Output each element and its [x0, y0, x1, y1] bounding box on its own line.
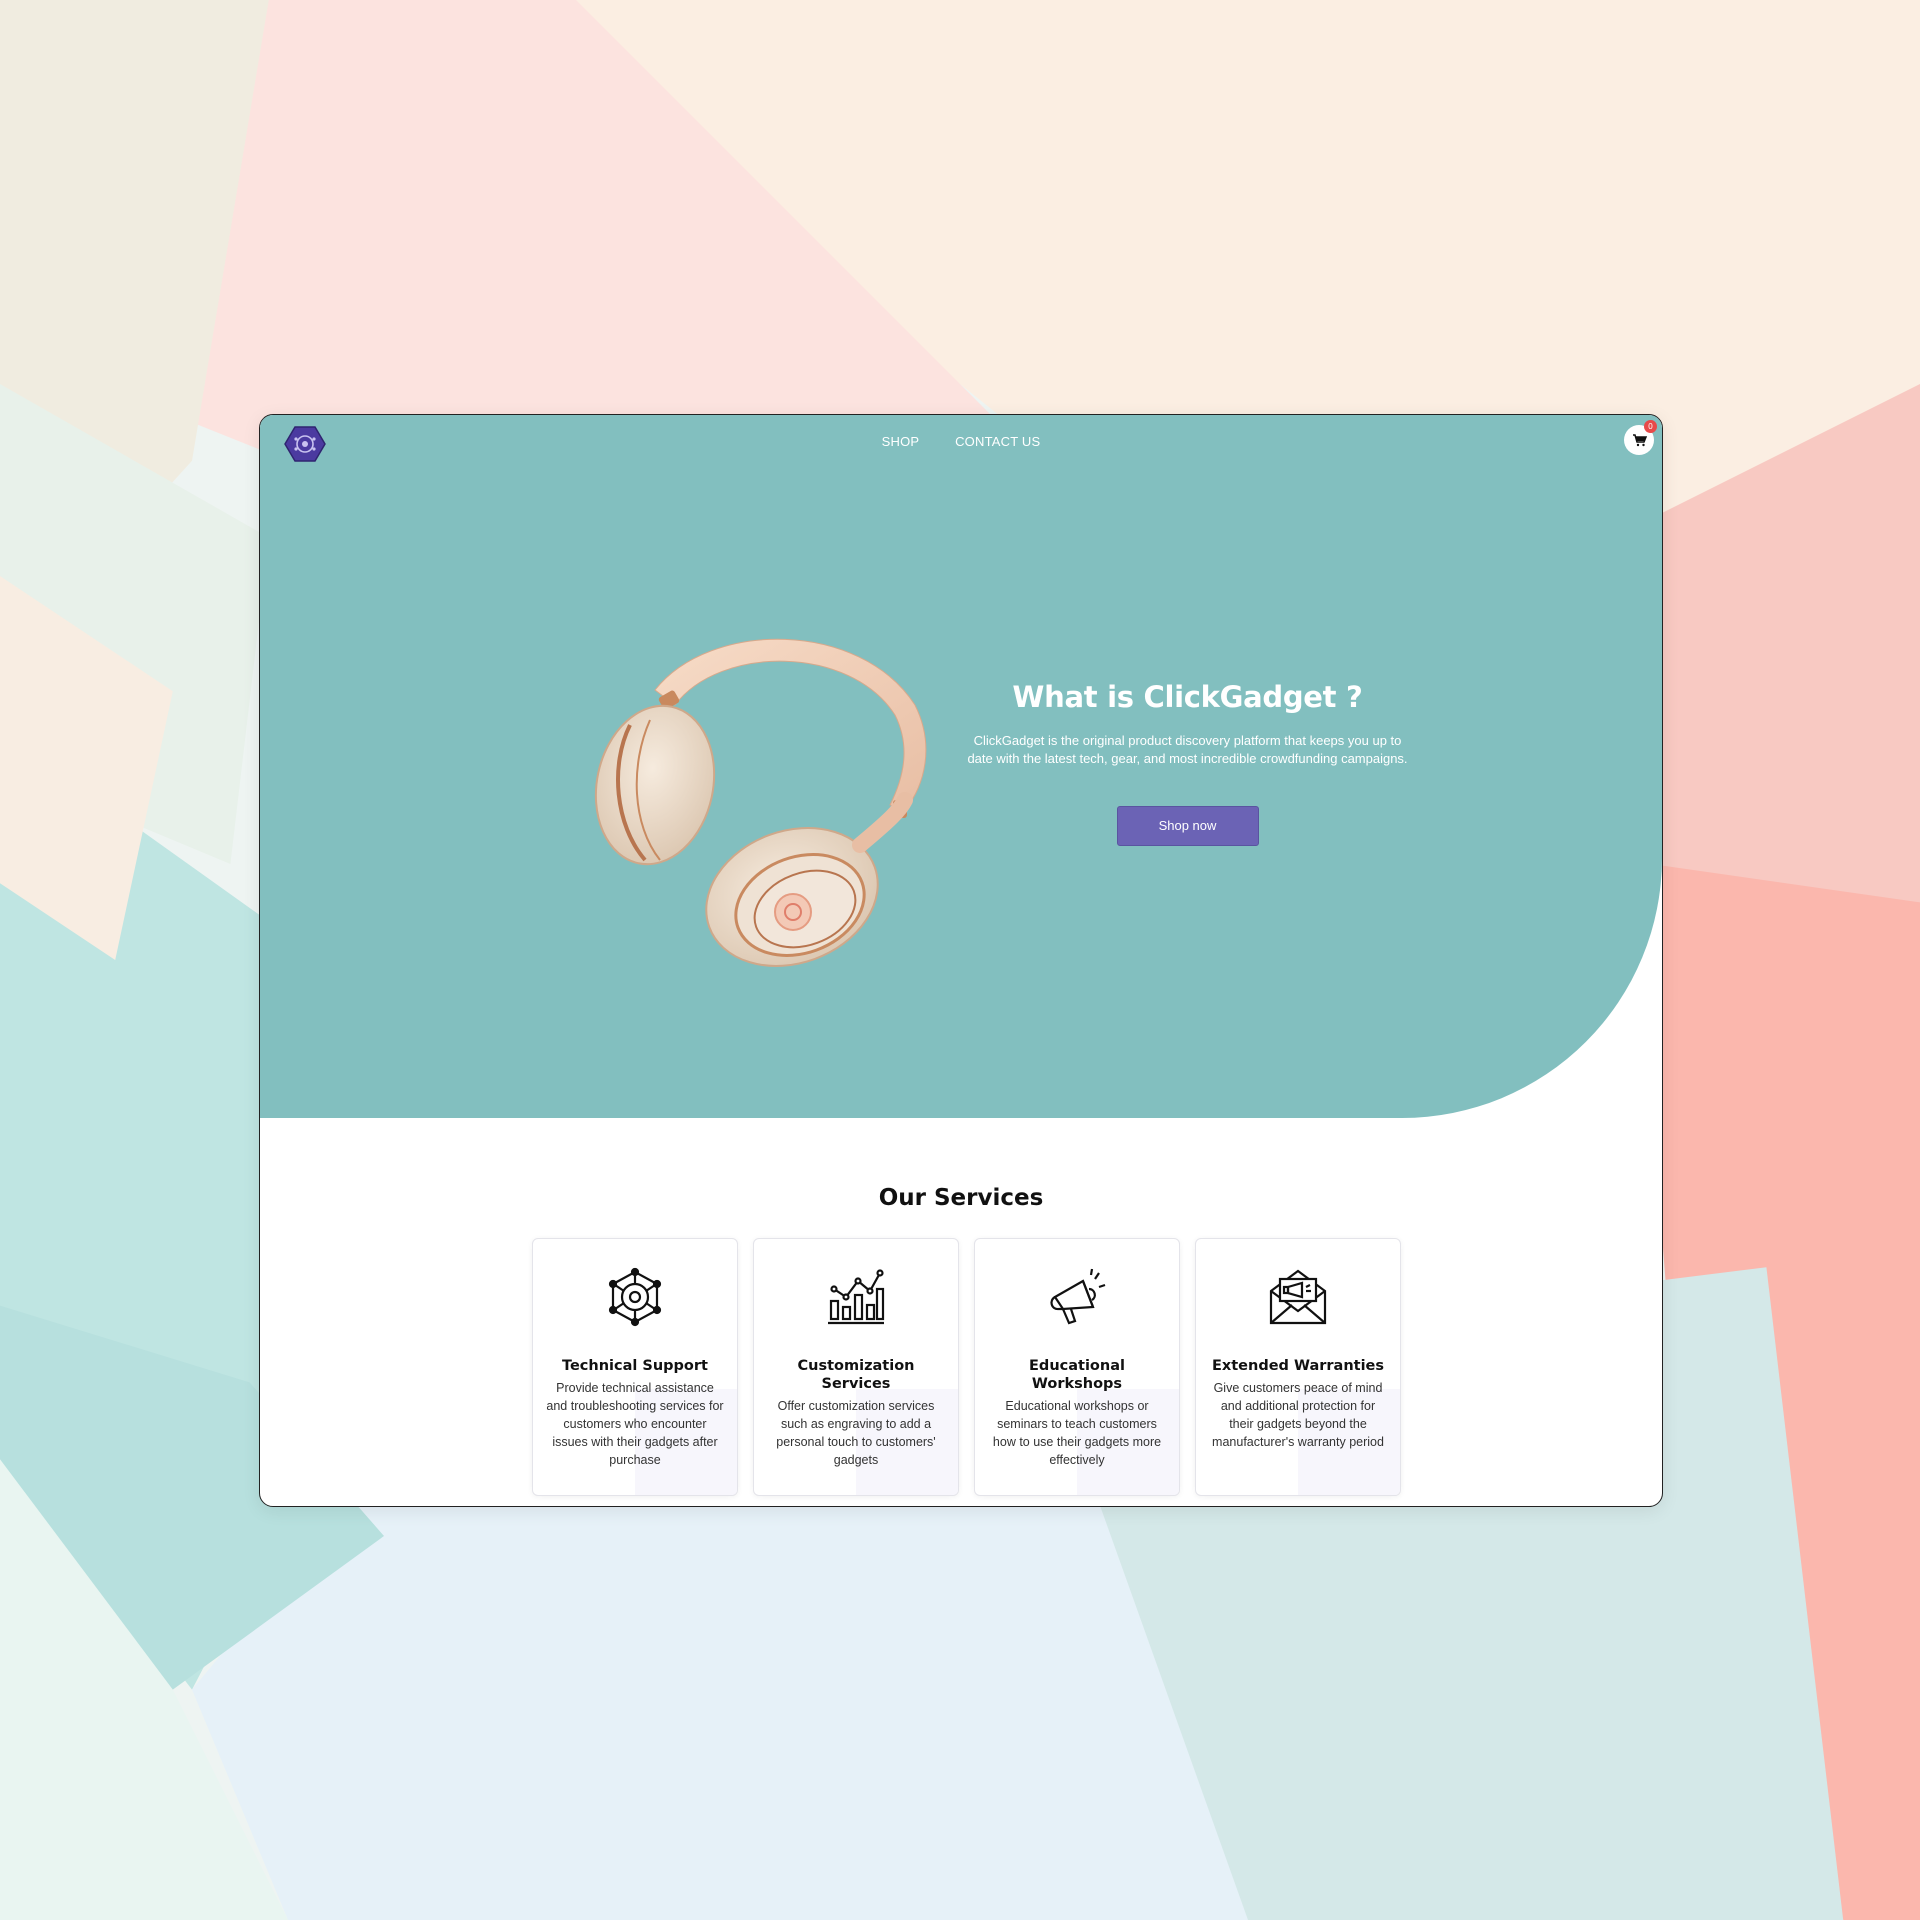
- bar-chart-icon: [828, 1269, 885, 1325]
- service-card-technical-support[interactable]: Technical Support Provide technical assi…: [532, 1238, 738, 1496]
- service-description: Provide technical assistance and trouble…: [546, 1381, 724, 1467]
- nav-link-contact-us[interactable]: CONTACT US: [955, 434, 1040, 449]
- service-title: Educational Workshops: [1029, 1358, 1125, 1392]
- cart-button[interactable]: 0: [1624, 420, 1657, 455]
- service-title: Extended Warranties: [1211, 1358, 1385, 1374]
- service-card-customization[interactable]: Customization Services Offer customizati…: [753, 1238, 959, 1496]
- cart-count-badge: 0: [1644, 420, 1657, 433]
- hero-content: What is ClickGadget ? ClickGadget is the…: [965, 680, 1410, 846]
- hero-description: ClickGadget is the original product disc…: [967, 733, 1408, 766]
- services-cards: Technical Support Provide technical assi…: [532, 1238, 1401, 1498]
- headphones-image: [594, 638, 927, 967]
- service-title: Technical Support: [562, 1358, 708, 1374]
- service-description: Offer customization services such as eng…: [776, 1399, 936, 1467]
- hero-section: SHOP CONTACT US 0 What is ClickGadget ? …: [260, 415, 1662, 1118]
- main-nav: SHOP CONTACT US: [260, 434, 1662, 449]
- services-title: Our Services: [878, 1185, 1044, 1211]
- megaphone-icon: [1050, 1268, 1106, 1325]
- service-title: Customization Services: [797, 1358, 915, 1392]
- service-card-workshops[interactable]: Educational Workshops Educational worksh…: [974, 1238, 1180, 1496]
- service-description: Educational workshops or seminars to tea…: [992, 1399, 1162, 1467]
- envelope-megaphone-icon: [1269, 1269, 1327, 1325]
- service-description: Give customers peace of mind and additio…: [1212, 1381, 1384, 1449]
- network-gear-icon: [608, 1267, 662, 1327]
- nav-link-shop[interactable]: SHOP: [882, 434, 920, 449]
- shop-now-button[interactable]: Shop now: [1116, 806, 1259, 846]
- service-card-warranties[interactable]: Extended Warranties Give customers peace…: [1195, 1238, 1401, 1496]
- hero-title: What is ClickGadget ?: [1012, 680, 1363, 714]
- browser-window: SHOP CONTACT US 0 What is ClickGadget ? …: [259, 414, 1663, 1507]
